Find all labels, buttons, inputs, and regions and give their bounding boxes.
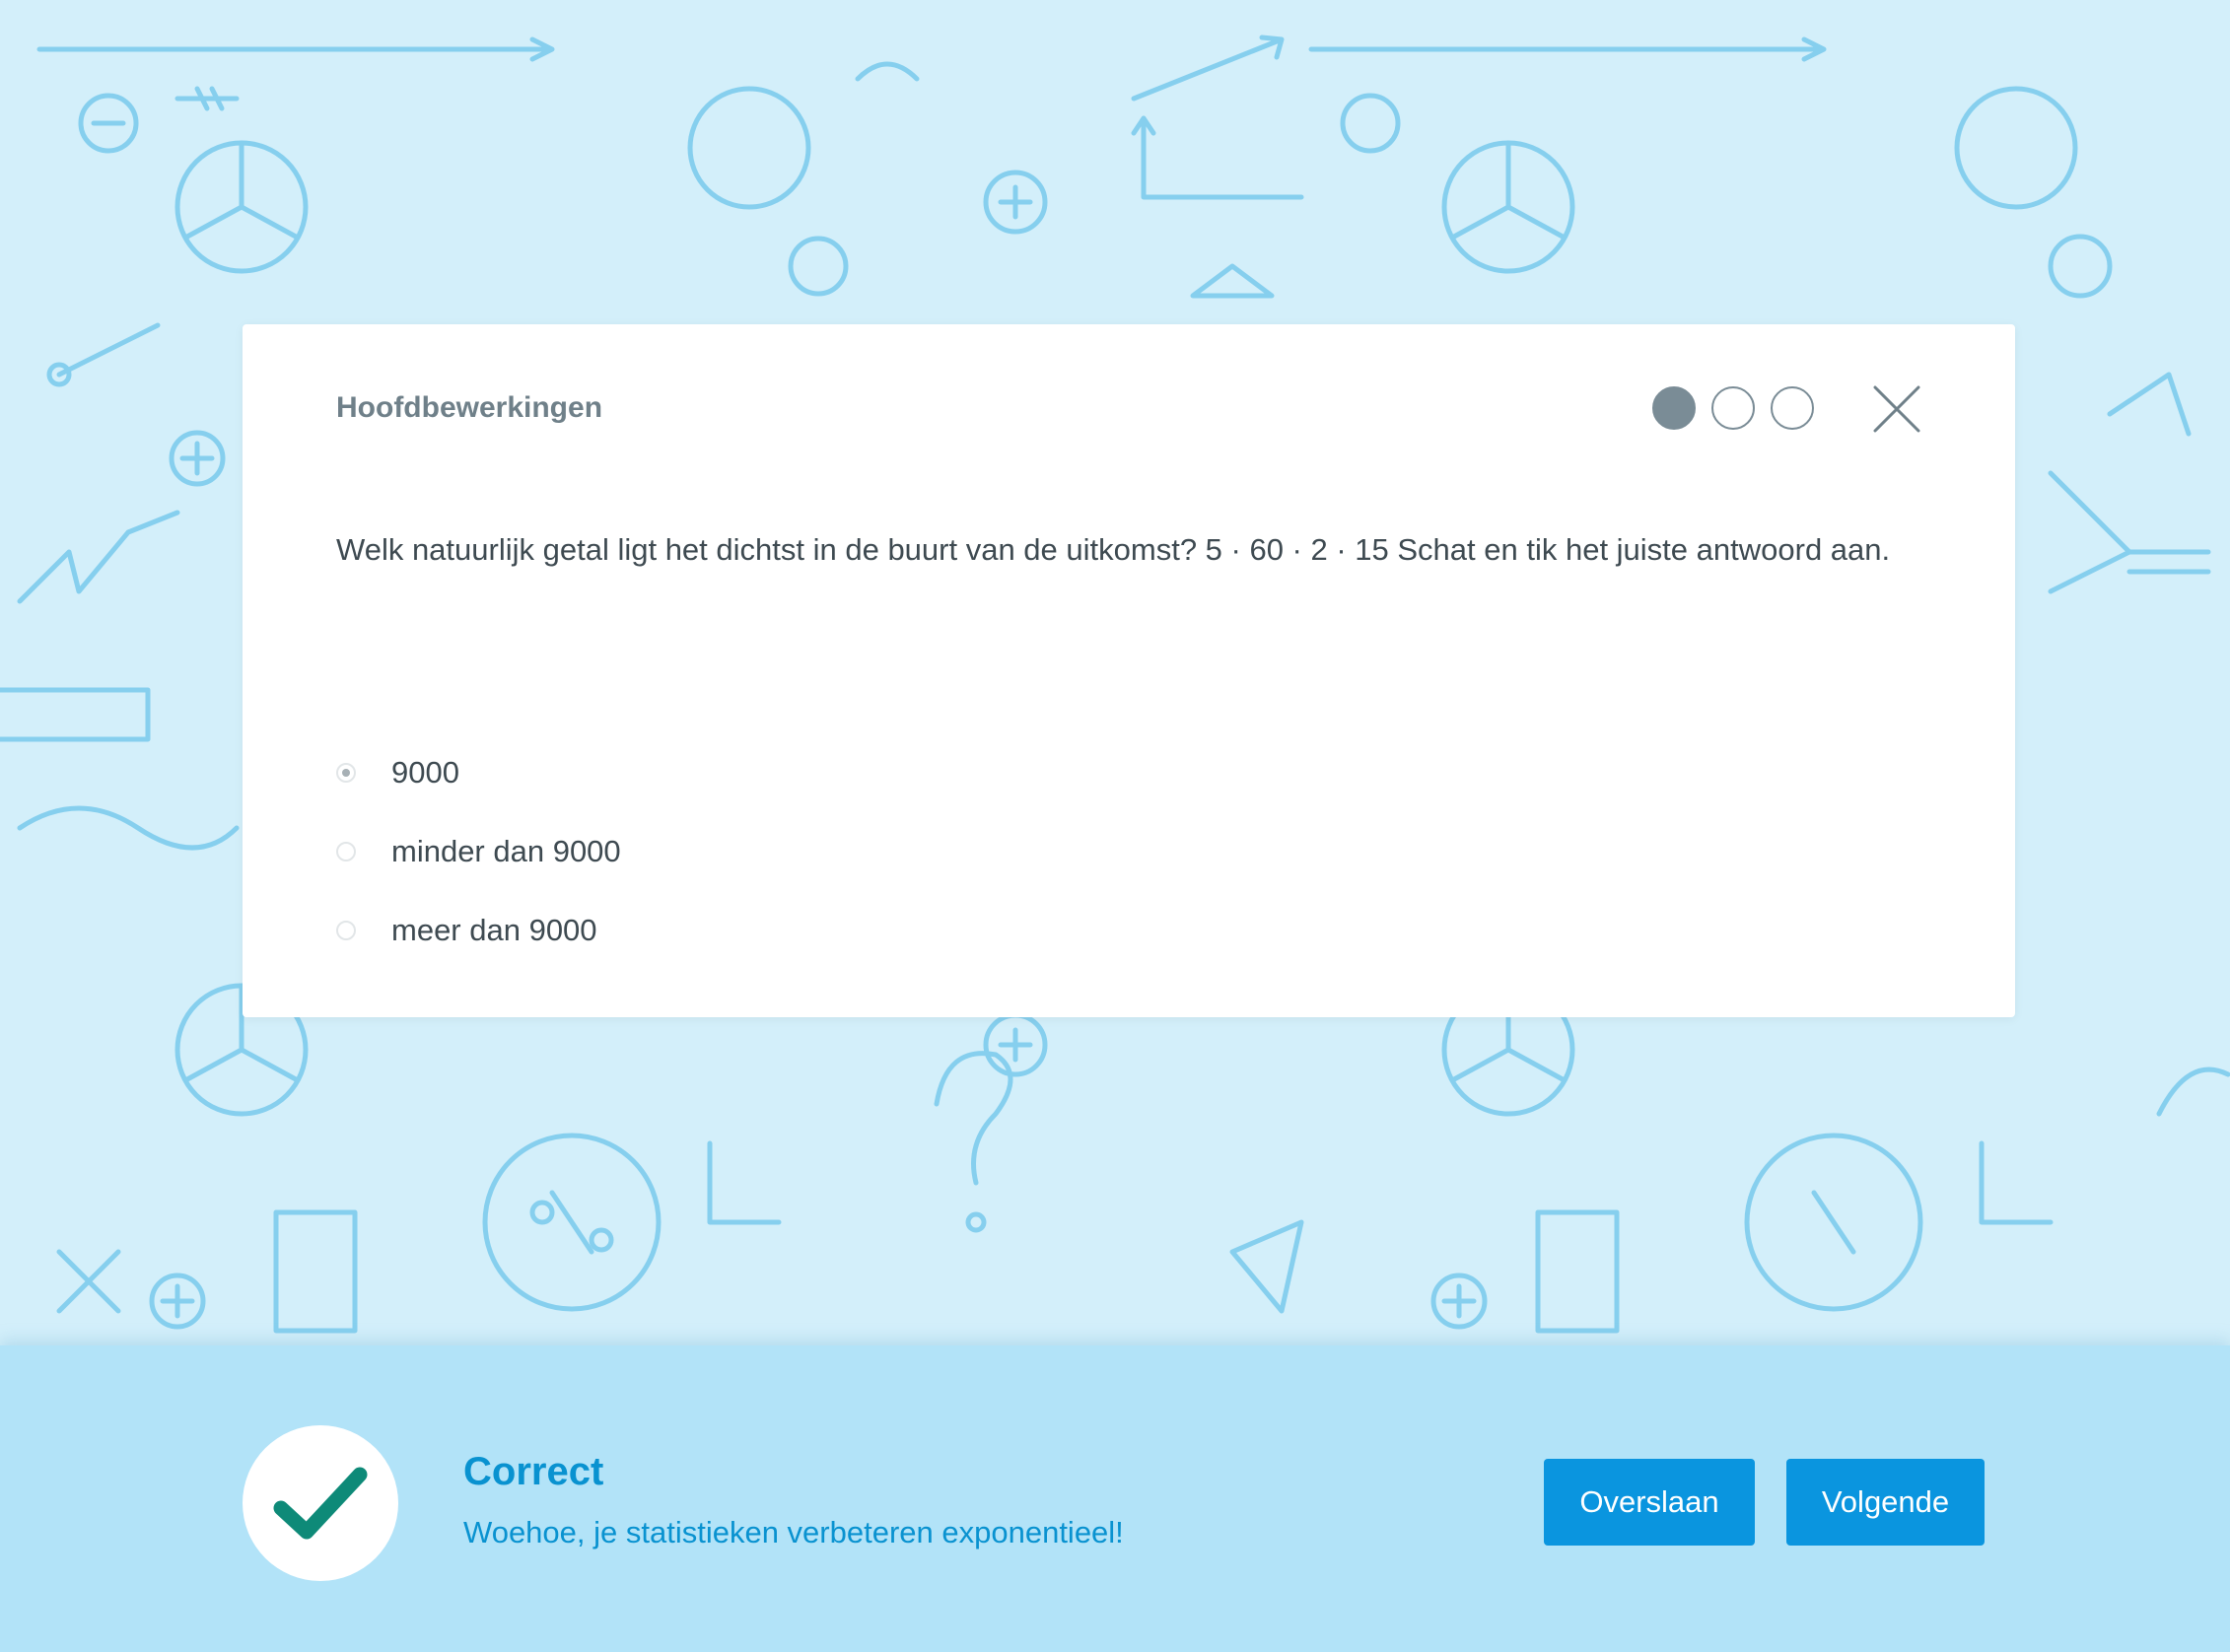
progress-dot [1771, 386, 1814, 430]
quiz-title: Hoofdbewerkingen [336, 391, 603, 424]
option-label: meer dan 9000 [391, 913, 597, 947]
progress-indicator [1652, 386, 1814, 430]
radio-button[interactable] [336, 921, 356, 940]
option-more-than-9000[interactable]: meer dan 9000 [336, 891, 621, 970]
feedback-status: Correct [463, 1450, 604, 1493]
feedback-message: Woehoe, je statistieken verbeteren expon… [463, 1515, 1124, 1549]
answer-options: 9000 minder dan 9000 meer dan 9000 [336, 733, 621, 970]
question-card: Hoofdbewerkingen Welk natuurlijk getal l… [243, 324, 2015, 1017]
option-9000[interactable]: 9000 [336, 733, 621, 812]
close-button[interactable] [1869, 381, 1924, 437]
checkmark-icon [273, 1467, 368, 1540]
radio-button[interactable] [336, 842, 356, 861]
feedback-bar: Correct Woehoe, je statistieken verbeter… [0, 1345, 2230, 1652]
progress-dot [1711, 386, 1755, 430]
close-icon [1873, 385, 1920, 433]
result-badge [243, 1425, 398, 1581]
radio-button-selected[interactable] [336, 763, 356, 783]
progress-dot-current [1652, 386, 1696, 430]
option-less-than-9000[interactable]: minder dan 9000 [336, 812, 621, 891]
option-label: 9000 [391, 755, 459, 790]
skip-button[interactable]: Overslaan [1544, 1459, 1755, 1546]
question-text: Welk natuurlijk getal ligt het dichtst i… [336, 532, 1891, 567]
option-label: minder dan 9000 [391, 834, 621, 868]
next-button[interactable]: Volgende [1786, 1459, 1985, 1546]
